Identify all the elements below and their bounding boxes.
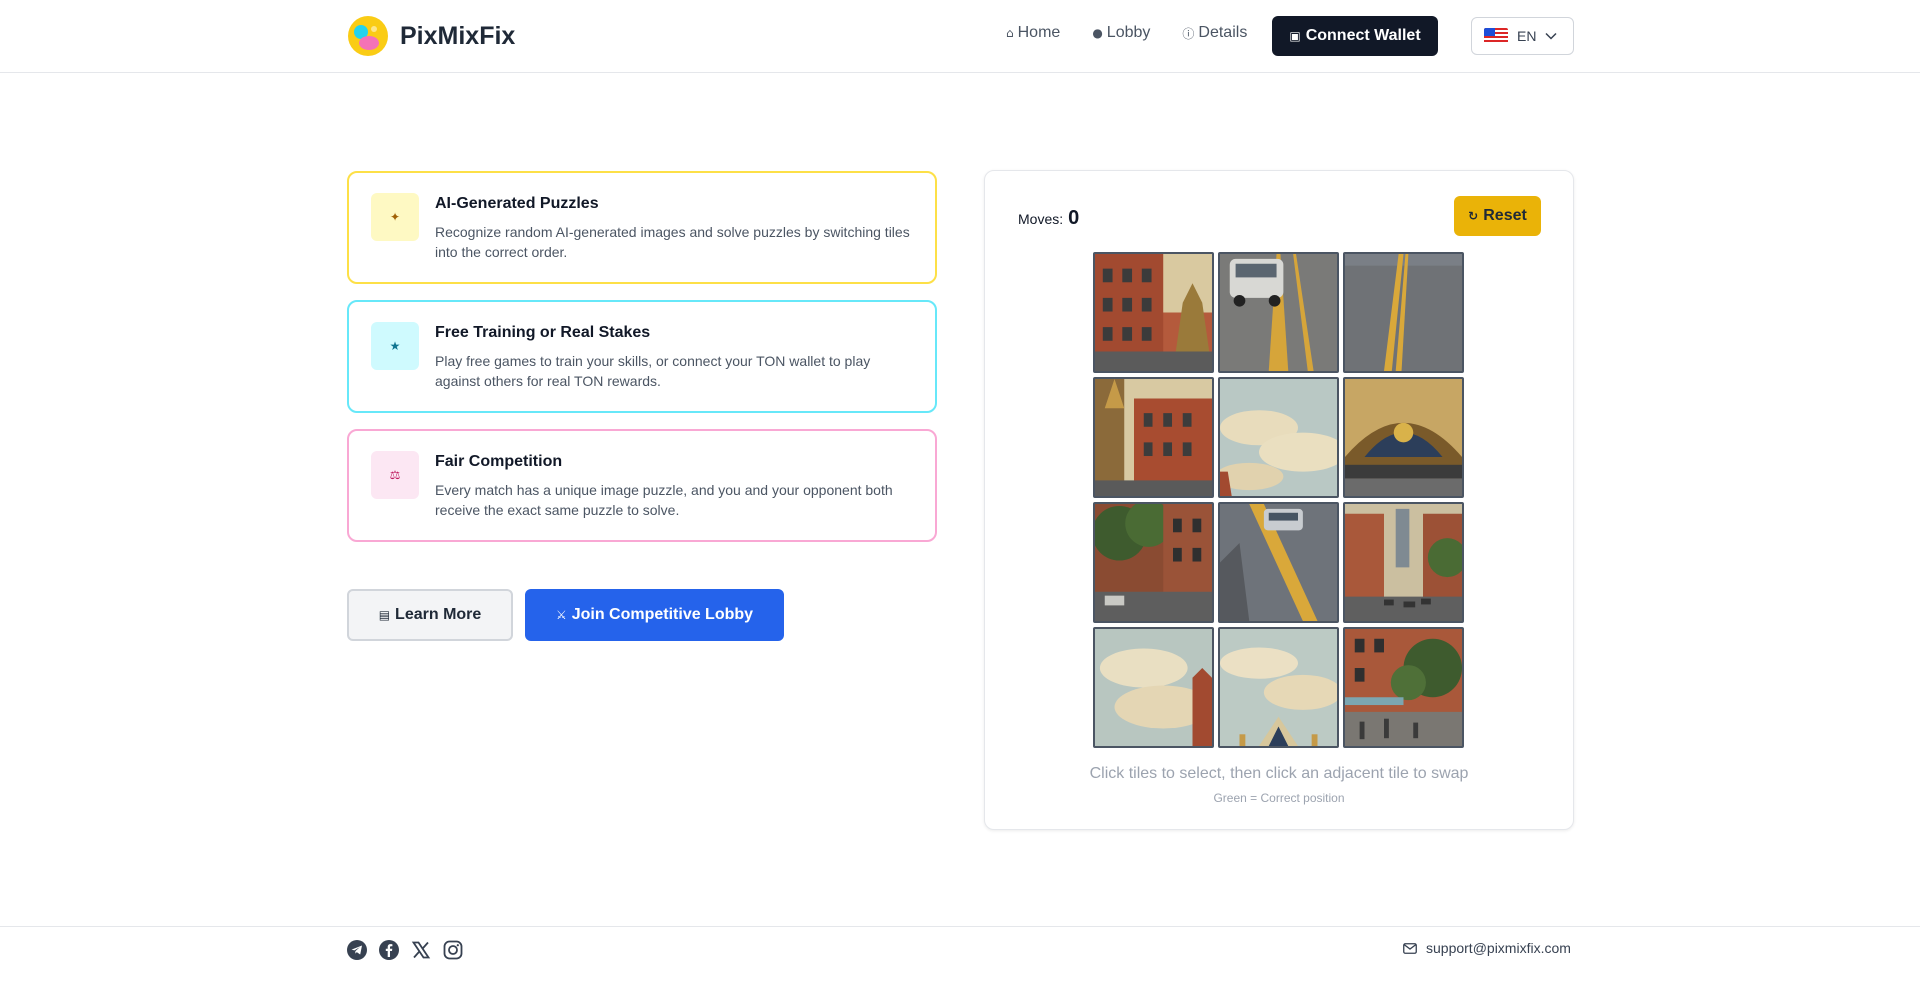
nav-details-label: Details [1198, 24, 1248, 41]
feature-title: Free Training or Real Stakes [435, 324, 651, 341]
home-icon: ⌂ [1006, 26, 1014, 40]
nav-home-label: Home [1017, 24, 1061, 41]
puzzle-tile[interactable] [1343, 377, 1464, 498]
book-icon: ▤ [378, 608, 391, 622]
puzzle-grid [1093, 252, 1465, 748]
join-lobby-button[interactable]: ⚔ Join Competitive Lobby [525, 589, 784, 641]
nav-details[interactable]: ⓘ Details [1182, 24, 1247, 42]
logo-icon [348, 16, 388, 56]
language-label: EN [1517, 28, 1537, 44]
reset-label: Reset [1483, 207, 1527, 224]
learn-more-label: Learn More [395, 606, 482, 623]
mail-icon [1403, 942, 1417, 954]
feature-description: Play free games to train your skills, or… [435, 353, 871, 389]
feature-description: Recognize random AI-generated images and… [435, 224, 910, 260]
puzzle-tile[interactable] [1218, 502, 1339, 623]
puzzle-tile[interactable] [1093, 252, 1214, 373]
nav-lobby[interactable]: ● Lobby [1092, 24, 1150, 42]
puzzle-tile[interactable] [1093, 627, 1214, 748]
puzzle-tile[interactable] [1218, 627, 1339, 748]
telegram-icon[interactable] [347, 940, 367, 960]
us-flag-icon [1484, 28, 1508, 44]
x-icon[interactable] [411, 940, 431, 960]
nav-home[interactable]: ⌂ Home [1006, 24, 1060, 42]
instructions-text: Click tiles to select, then click an adj… [1089, 765, 1469, 782]
puzzle-tile[interactable] [1218, 377, 1339, 498]
refresh-icon: ↻ [1468, 209, 1479, 223]
puzzle-tile[interactable] [1343, 252, 1464, 373]
support-email: support@pixmixfix.com [1426, 940, 1571, 956]
footer: support@pixmixfix.com [0, 926, 1920, 993]
puzzle-tile[interactable] [1343, 502, 1464, 623]
info-icon: ⓘ [1182, 26, 1195, 41]
social-links [347, 940, 463, 960]
join-lobby-label: Join Competitive Lobby [571, 606, 754, 623]
nav-lobby-label: Lobby [1106, 24, 1151, 41]
legend-text: Green = Correct position [1213, 791, 1345, 805]
puzzle-tile[interactable] [1093, 377, 1214, 498]
puzzle-tile[interactable] [1343, 627, 1464, 748]
feature-title: Fair Competition [435, 453, 563, 470]
puzzle-icon: ✦ [371, 193, 419, 241]
chevron-down-icon [1545, 32, 1557, 40]
instagram-icon[interactable] [443, 940, 463, 960]
moves-counter: Moves: 0 [1018, 207, 1079, 230]
facebook-icon[interactable] [379, 940, 399, 960]
users-icon: ● [1092, 26, 1103, 40]
moves-label: Moves: [1018, 211, 1064, 227]
brand-name: PixMixFix [400, 21, 516, 50]
top-bar: PixMixFix ⌂ Home ● Lobby ⓘ Details ▣ Con… [0, 0, 1920, 73]
puzzle-tile[interactable] [1218, 252, 1339, 373]
puzzle-panel: Moves: 0 ↻ Reset Click tiles to select, … [984, 170, 1574, 830]
puzzle-tile[interactable] [1093, 502, 1214, 623]
support-email-link[interactable]: support@pixmixfix.com [1403, 940, 1571, 956]
brand[interactable]: PixMixFix [347, 15, 515, 57]
feature-card-fair-competition: ⚖ Fair Competition Every match has a uni… [347, 429, 937, 542]
reset-button[interactable]: ↻ Reset [1454, 196, 1541, 236]
moves-value: 0 [1068, 207, 1080, 229]
connect-wallet-label: Connect Wallet [1305, 27, 1421, 44]
scale-icon: ⚖ [371, 451, 419, 499]
language-select[interactable]: EN [1471, 17, 1574, 55]
feature-list: ✦ AI-Generated Puzzles Recognize random … [347, 171, 937, 558]
learn-more-button[interactable]: ▤ Learn More [347, 589, 513, 641]
feature-title: AI-Generated Puzzles [435, 195, 599, 212]
wallet-icon: ▣ [1289, 29, 1301, 43]
connect-wallet-button[interactable]: ▣ Connect Wallet [1272, 16, 1438, 56]
feature-description: Every match has a unique image puzzle, a… [435, 482, 893, 518]
feature-card-training: ★ Free Training or Real Stakes Play free… [347, 300, 937, 413]
main-nav: ⌂ Home ● Lobby ⓘ Details [1006, 24, 1247, 42]
trophy-icon: ★ [371, 322, 419, 370]
swords-icon: ⚔ [555, 608, 567, 622]
feature-card-ai-puzzles: ✦ AI-Generated Puzzles Recognize random … [347, 171, 937, 284]
